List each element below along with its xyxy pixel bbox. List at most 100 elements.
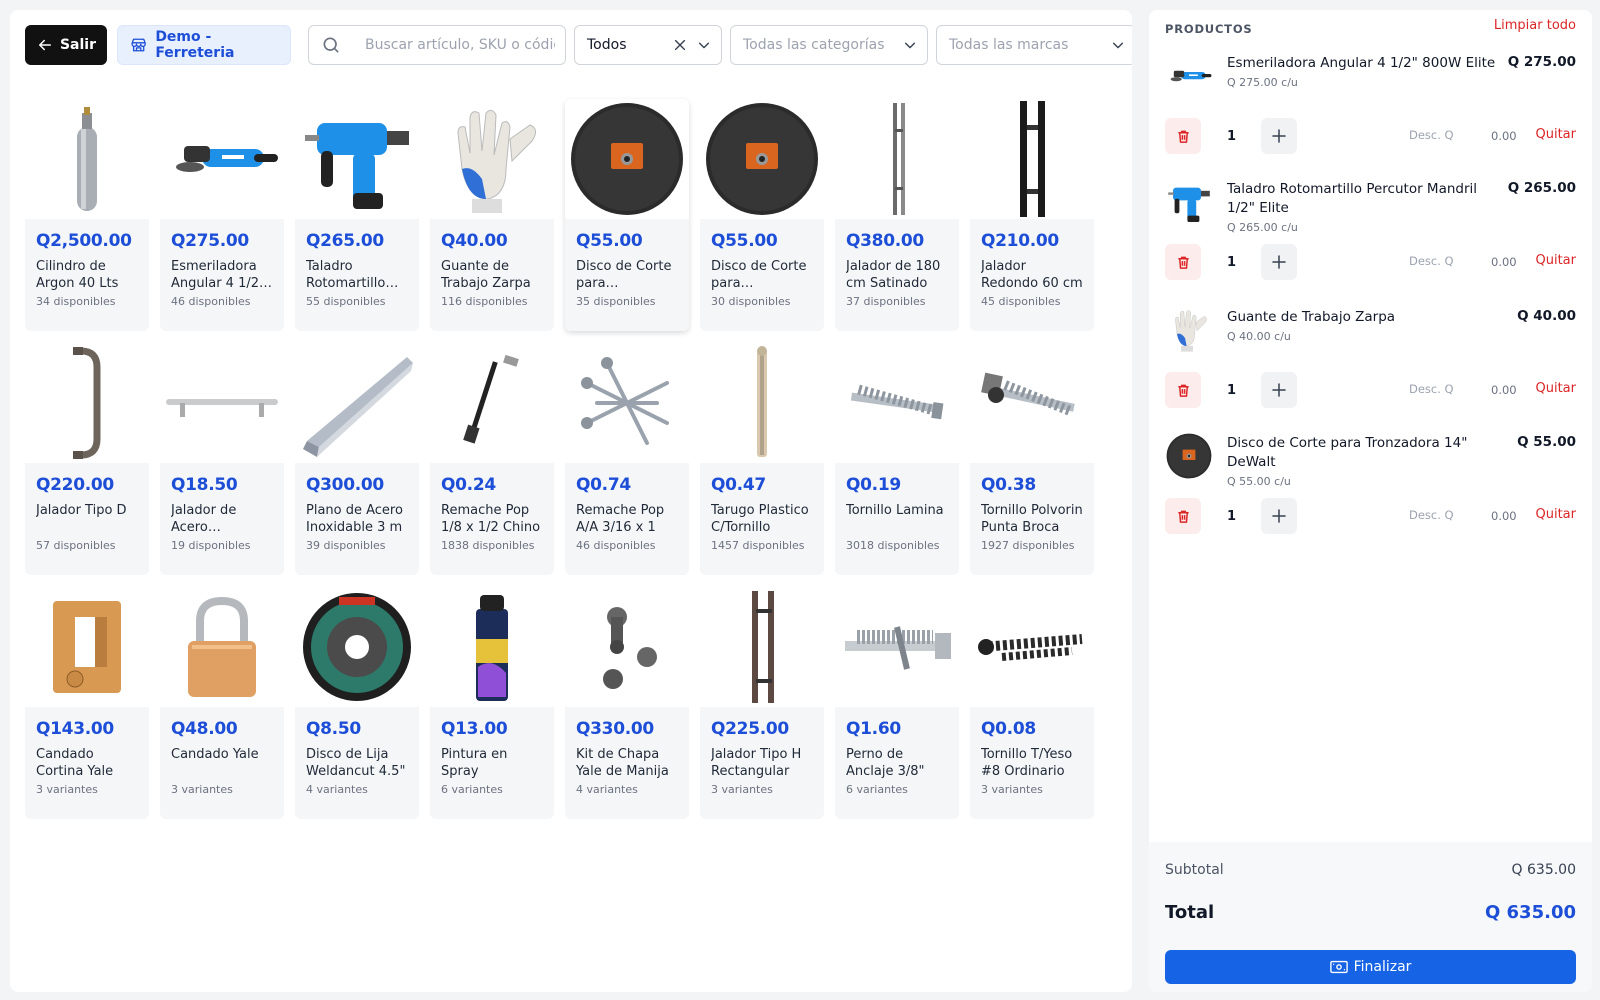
discount-input[interactable]: 0.00 — [1491, 383, 1517, 397]
cart-item-name: Guante de Trabajo Zarpa — [1227, 309, 1396, 325]
type-filter-select[interactable]: Todos — [574, 25, 722, 65]
remove-item-button[interactable]: Quitar — [1536, 253, 1577, 268]
increase-quantity-button[interactable] — [1261, 244, 1297, 280]
product-card[interactable]: Q380.00 Jalador de 180 cm Satinado 37 disp… — [835, 99, 959, 331]
product-card[interactable]: Q0.47 Tarugo Plastico C/Tornillo 1457 disp… — [700, 343, 824, 575]
bar-handle-icon — [166, 399, 278, 417]
product-card[interactable]: Q275.00 Esmeriladora Angular 4 1/2" 800W … — [160, 99, 284, 331]
product-price: Q13.00 — [441, 719, 508, 739]
product-card[interactable]: Q0.24 Remache Pop 1/8 x 1/2 Chino 1838 dis… — [430, 343, 554, 575]
product-info: Q143.00 Candado Cortina Yale 3 variantes — [25, 707, 149, 819]
quantity-input[interactable] — [1213, 244, 1259, 280]
subtotal-label: Subtotal — [1165, 862, 1224, 878]
trash-icon — [1177, 510, 1189, 523]
finish-button[interactable]: Finalizar — [1165, 950, 1576, 984]
product-image — [835, 343, 959, 463]
angle-grinder-icon — [176, 146, 278, 172]
product-name: Disco de Corte para Tronzadora 14" — [711, 259, 807, 291]
product-name: Remache Pop 1/8 x 1/2 Chino — [441, 503, 541, 535]
product-image — [25, 99, 149, 219]
cart-item-controls: Desc. Q 0.00 Quitar — [1165, 372, 1576, 408]
product-card[interactable]: Q220.00 Jalador Tipo D 57 disponibles — [25, 343, 149, 575]
product-name: Perno de Anclaje 3/8" — [846, 747, 925, 779]
cash-icon — [1329, 960, 1348, 974]
remove-item-button[interactable]: Quitar — [1536, 507, 1577, 522]
product-card[interactable]: Q55.00 Disco de Corte para Tronzadora 14"… — [565, 99, 689, 331]
delete-button[interactable] — [1165, 244, 1201, 280]
product-card[interactable]: Q265.00 Taladro Rotomartillo Percutor Man… — [295, 99, 419, 331]
product-image — [700, 99, 824, 219]
product-card[interactable]: Q55.00 Disco de Corte para Tronzadora 14"… — [700, 99, 824, 331]
clear-all-button[interactable]: Limpiar todo — [1494, 18, 1576, 33]
product-card[interactable]: Q13.00 Pintura en Spray 6 variantes — [430, 587, 554, 819]
cart-item-total: Q 40.00 — [1517, 308, 1576, 324]
product-card[interactable]: Q330.00 Kit de Chapa Yale de Manija 4 vari… — [565, 587, 689, 819]
quantity-input[interactable] — [1213, 498, 1259, 534]
delete-button[interactable] — [1165, 372, 1201, 408]
category-filter-select[interactable]: Todas las categorías — [730, 25, 928, 65]
product-price: Q300.00 — [306, 475, 384, 495]
product-stock: 46 disponibles — [576, 539, 656, 552]
product-card[interactable]: Q1.60 Perno de Anclaje 3/8" 6 variantes — [835, 587, 959, 819]
arrow-left-icon — [38, 39, 51, 51]
trash-icon — [1177, 256, 1189, 269]
product-card[interactable]: Q18.50 Jalador de Acero Inoxidable 19 disp… — [160, 343, 284, 575]
brand-filter-select[interactable]: Todas las marcas — [936, 25, 1132, 65]
spray-can-icon — [476, 595, 508, 701]
product-card[interactable]: Q300.00 Plano de Acero Inoxidable 3 m 39 d… — [295, 343, 419, 575]
product-card[interactable]: Q0.74 Remache Pop A/A 3/16 x 1 46 disponib… — [565, 343, 689, 575]
increase-quantity-button[interactable] — [1261, 498, 1297, 534]
discount-input[interactable]: 0.00 — [1491, 129, 1517, 143]
increase-quantity-button[interactable] — [1261, 372, 1297, 408]
cart-item-controls: Desc. Q 0.00 Quitar — [1165, 118, 1576, 154]
quantity-input[interactable] — [1213, 372, 1259, 408]
product-image — [295, 343, 419, 463]
product-image — [700, 343, 824, 463]
discount-input[interactable]: 0.00 — [1491, 509, 1517, 523]
product-name: Plano de Acero Inoxidable 3 m — [306, 503, 403, 535]
total-label: Total — [1165, 902, 1215, 923]
product-image — [160, 343, 284, 463]
hammer-drill-icon — [1168, 187, 1210, 222]
chevron-down-icon — [904, 42, 916, 49]
product-card[interactable]: Q8.50 Disco de Lija Weldancut 4.5" 4 varia… — [295, 587, 419, 819]
product-card[interactable]: Q143.00 Candado Cortina Yale 3 variantes — [25, 587, 149, 819]
store-selector[interactable]: Demo - Ferreteria — [117, 25, 291, 65]
remove-item-button[interactable]: Quitar — [1536, 381, 1577, 396]
plus-icon — [1272, 383, 1286, 397]
screw-icon — [850, 384, 944, 420]
product-stock: 34 disponibles — [36, 295, 116, 308]
cart-item-name: Taladro Rotomartillo Percutor Mandril 1/… — [1227, 181, 1478, 216]
cutting-disc-icon — [571, 103, 683, 215]
product-name: Esmeriladora Angular 4 1/2" 800W Elite — [171, 259, 265, 291]
discount-label: Desc. Q — [1409, 508, 1454, 522]
discount-input[interactable]: 0.00 — [1491, 255, 1517, 269]
product-price: Q225.00 — [711, 719, 789, 739]
quantity-input[interactable] — [1213, 118, 1259, 154]
delete-button[interactable] — [1165, 118, 1201, 154]
product-image — [160, 99, 284, 219]
product-info: Q0.38 Tornillo Polvorin Punta Broca 1927 d… — [970, 463, 1094, 575]
toolbar: Salir Demo - Ferreteria Todos Todas las … — [25, 25, 1132, 65]
exit-button[interactable]: Salir — [25, 25, 107, 65]
clear-icon[interactable] — [673, 38, 687, 52]
product-card[interactable]: Q225.00 Jalador Tipo H Rectangular 3 varia… — [700, 587, 824, 819]
product-stock: 37 disponibles — [846, 295, 926, 308]
product-card[interactable]: Q40.00 Guante de Trabajo Zarpa 116 disponi… — [430, 99, 554, 331]
product-card[interactable]: Q0.19 Tornillo Lamina 3018 disponibles — [835, 343, 959, 575]
product-image — [835, 99, 959, 219]
increase-quantity-button[interactable] — [1261, 118, 1297, 154]
product-stock: 3 variantes — [171, 783, 233, 796]
product-card[interactable]: Q210.00 Jalador Redondo 60 cm 45 disponibl… — [970, 99, 1094, 331]
product-card[interactable]: Q0.08 Tornillo T/Yeso #8 Ordinario 3 varia… — [970, 587, 1094, 819]
product-card[interactable]: Q2,500.00 Cilindro de Argon 40 Lts 34 disp… — [25, 99, 149, 331]
delete-button[interactable] — [1165, 498, 1201, 534]
search-input[interactable] — [365, 37, 555, 53]
product-card[interactable]: Q48.00 Candado Yale 3 variantes — [160, 587, 284, 819]
product-catalog-panel: Salir Demo - Ferreteria Todos Todas las … — [10, 10, 1132, 992]
product-stock: 1457 disponibles — [711, 539, 805, 552]
product-name: Jalador Tipo H Rectangular — [711, 747, 802, 779]
product-stock: 6 variantes — [441, 783, 503, 796]
product-card[interactable]: Q0.38 Tornillo Polvorin Punta Broca 1927 d… — [970, 343, 1094, 575]
remove-item-button[interactable]: Quitar — [1536, 127, 1577, 142]
